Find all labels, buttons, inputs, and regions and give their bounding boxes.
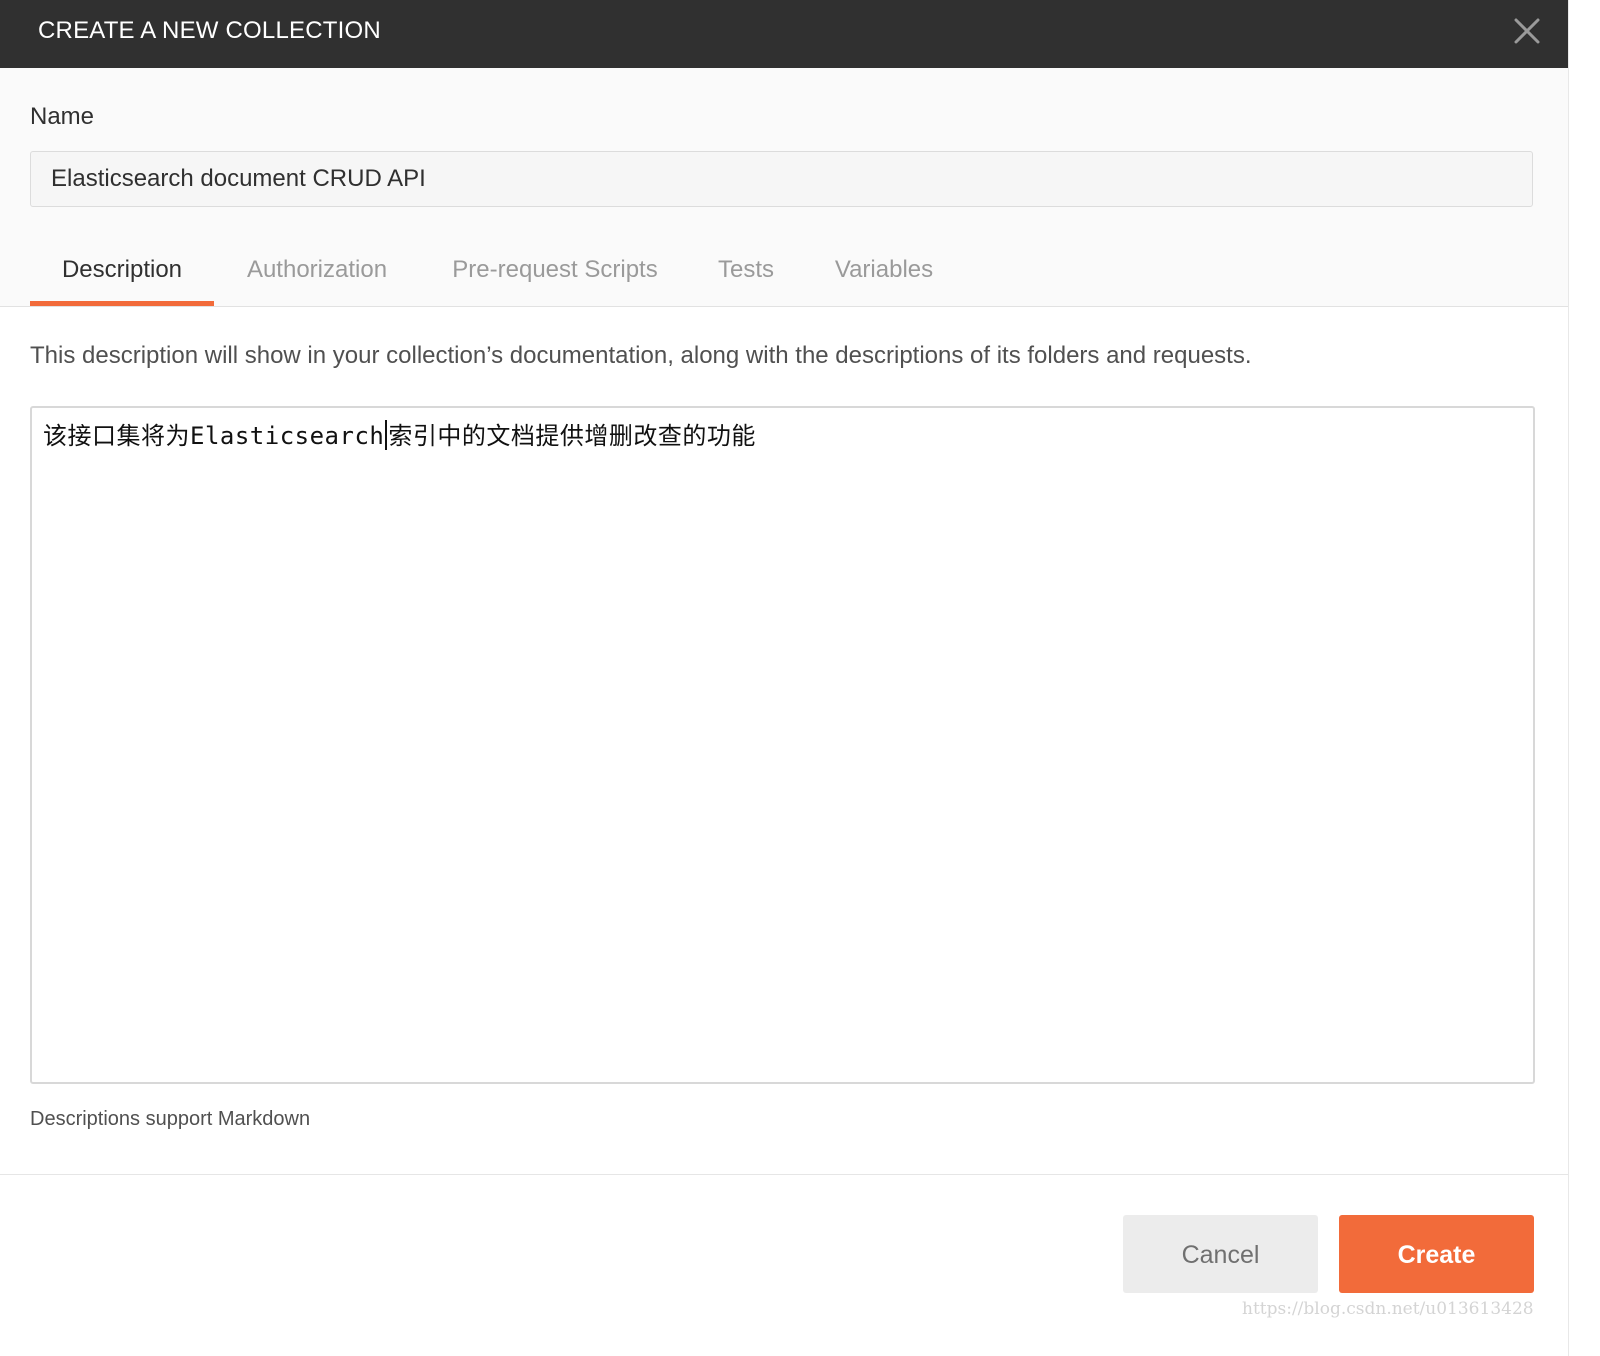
background-window-edge: [1568, 0, 1600, 1356]
markdown-support-note: Descriptions support Markdown: [30, 1108, 311, 1130]
tab-description[interactable]: Description: [30, 240, 214, 306]
create-button[interactable]: Create: [1339, 1215, 1534, 1293]
description-editor[interactable]: 该接口集将为Elasticsearch 索引中的文档提供增删改查的功能: [30, 406, 1535, 1084]
cancel-button[interactable]: Cancel: [1123, 1215, 1318, 1293]
close-button[interactable]: [1508, 12, 1546, 50]
collection-name-input[interactable]: [30, 151, 1533, 207]
description-text-before-caret: 该接口集将为Elasticsearch: [43, 422, 385, 450]
create-collection-dialog: CREATE A NEW COLLECTION Name Description…: [0, 0, 1568, 1356]
name-label: Name: [30, 103, 95, 130]
watermark: https://blog.csdn.net/u013613428: [1242, 1299, 1534, 1319]
description-text-after-caret: 索引中的文档提供增删改查的功能: [388, 422, 756, 450]
collection-settings-section: Name Description Authorization Pre-reque…: [0, 68, 1568, 307]
tab-pre-request-scripts[interactable]: Pre-request Scripts: [420, 240, 690, 306]
dialog-header: CREATE A NEW COLLECTION: [0, 0, 1568, 68]
tab-variables[interactable]: Variables: [802, 240, 966, 306]
description-hint: This description will show in your colle…: [30, 342, 1252, 369]
close-icon: [1514, 18, 1540, 44]
footer-divider: [0, 1174, 1568, 1175]
tab-authorization[interactable]: Authorization: [214, 240, 420, 306]
tab-tests[interactable]: Tests: [690, 240, 802, 306]
dialog-title: CREATE A NEW COLLECTION: [38, 17, 381, 44]
